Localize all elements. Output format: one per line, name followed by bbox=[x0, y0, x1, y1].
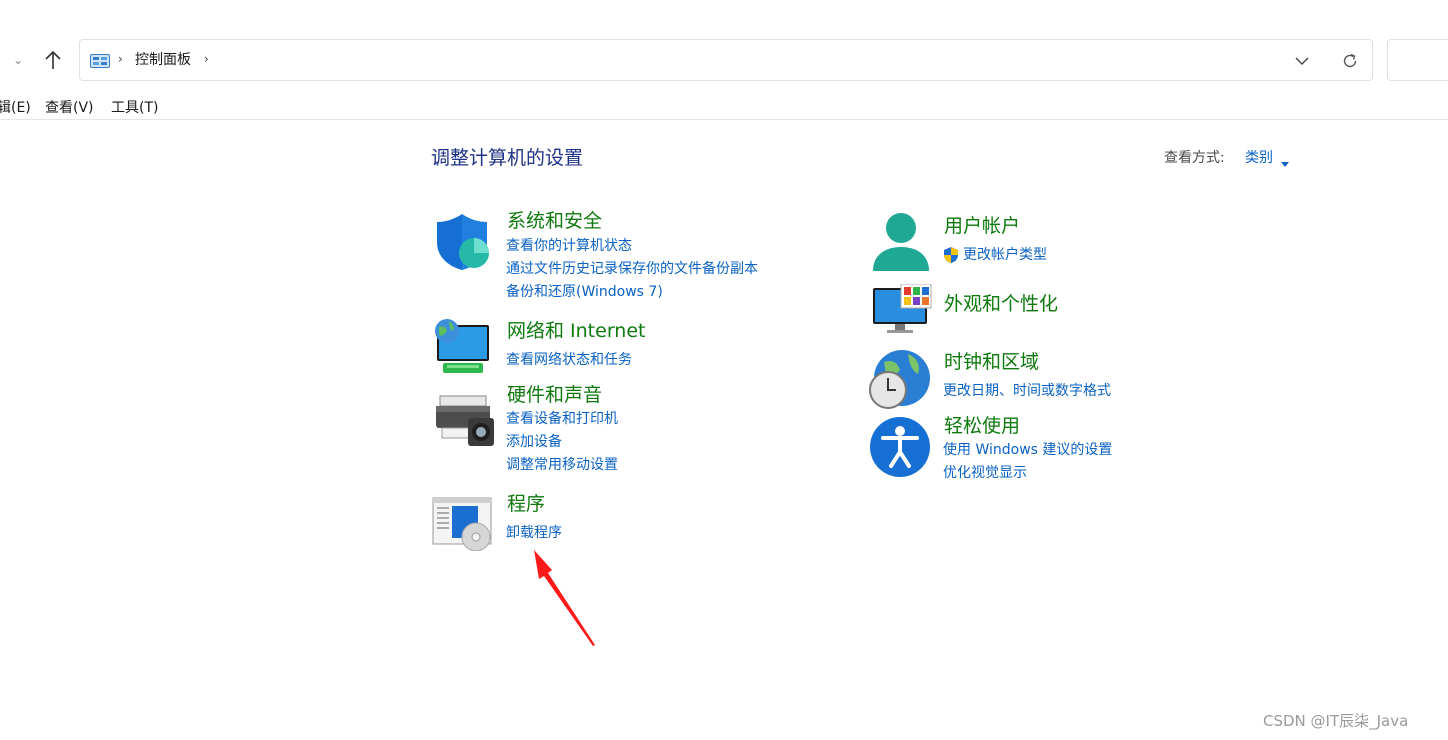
link-change-account-type[interactable]: 更改帐户类型 bbox=[963, 246, 1047, 264]
view-by-caret-icon[interactable] bbox=[1281, 153, 1289, 167]
programs-icon[interactable] bbox=[432, 497, 494, 552]
view-by-dropdown[interactable]: 类别 bbox=[1245, 149, 1273, 167]
network-globe-icon[interactable] bbox=[433, 317, 493, 377]
recent-locations-chevron-icon[interactable]: ⌄ bbox=[8, 50, 28, 70]
link-change-date-time-format[interactable]: 更改日期、时间或数字格式 bbox=[943, 382, 1111, 400]
shield-icon[interactable] bbox=[433, 212, 491, 272]
category-title-appearance[interactable]: 外观和个性化 bbox=[944, 292, 1058, 316]
category-title-hardware-sound[interactable]: 硬件和声音 bbox=[507, 383, 602, 407]
category-title-ease-of-access[interactable]: 轻松使用 bbox=[944, 414, 1020, 438]
accessibility-icon[interactable] bbox=[869, 416, 931, 478]
category-title-programs[interactable]: 程序 bbox=[507, 492, 545, 516]
printer-icon[interactable] bbox=[434, 394, 494, 448]
category-title-clock-region[interactable]: 时钟和区域 bbox=[944, 350, 1039, 374]
link-uninstall-program[interactable]: 卸载程序 bbox=[506, 524, 562, 542]
link-backup-restore-win7[interactable]: 备份和还原(Windows 7) bbox=[506, 283, 663, 301]
link-file-history-backup[interactable]: 通过文件历史记录保存你的文件备份副本 bbox=[506, 260, 758, 278]
breadcrumb-chevron-icon[interactable]: › bbox=[204, 52, 209, 66]
link-add-device[interactable]: 添加设备 bbox=[506, 433, 562, 451]
address-bar[interactable]: › 控制面板 › bbox=[79, 39, 1373, 81]
red-arrow-annotation-icon bbox=[528, 546, 600, 650]
address-dropdown-icon[interactable] bbox=[1293, 52, 1311, 70]
link-devices-printers[interactable]: 查看设备和打印机 bbox=[506, 410, 618, 428]
menu-divider bbox=[0, 119, 1448, 120]
uac-shield-icon bbox=[942, 246, 960, 264]
link-view-computer-status[interactable]: 查看你的计算机状态 bbox=[506, 237, 632, 255]
monitor-icon[interactable] bbox=[871, 283, 933, 336]
breadcrumb-chevron-icon[interactable]: › bbox=[118, 52, 123, 66]
watermark: CSDN @IT辰柒_Java bbox=[1263, 712, 1409, 730]
search-input[interactable] bbox=[1387, 39, 1448, 81]
clock-globe-icon[interactable] bbox=[868, 348, 932, 410]
user-icon[interactable] bbox=[871, 211, 931, 275]
category-title-system-security[interactable]: 系统和安全 bbox=[507, 209, 602, 233]
category-title-network-internet[interactable]: 网络和 Internet bbox=[507, 319, 645, 343]
menu-edit[interactable]: 辑(E) bbox=[0, 98, 31, 118]
link-mobility-settings[interactable]: 调整常用移动设置 bbox=[506, 456, 618, 474]
menu-view[interactable]: 查看(V) bbox=[45, 98, 94, 118]
view-by-label: 查看方式: bbox=[1164, 150, 1225, 166]
control-panel-icon bbox=[90, 53, 110, 68]
page-title: 调整计算机的设置 bbox=[431, 147, 584, 169]
up-arrow-icon[interactable] bbox=[40, 48, 66, 74]
refresh-icon[interactable] bbox=[1340, 51, 1360, 71]
menu-tools[interactable]: 工具(T) bbox=[111, 98, 158, 118]
link-windows-suggested-settings[interactable]: 使用 Windows 建议的设置 bbox=[943, 441, 1112, 459]
category-title-user-accounts[interactable]: 用户帐户 bbox=[944, 214, 1020, 238]
link-network-status-tasks[interactable]: 查看网络状态和任务 bbox=[506, 351, 632, 369]
link-optimize-visual-display[interactable]: 优化视觉显示 bbox=[943, 464, 1027, 482]
breadcrumb-control-panel[interactable]: 控制面板 bbox=[135, 51, 191, 69]
